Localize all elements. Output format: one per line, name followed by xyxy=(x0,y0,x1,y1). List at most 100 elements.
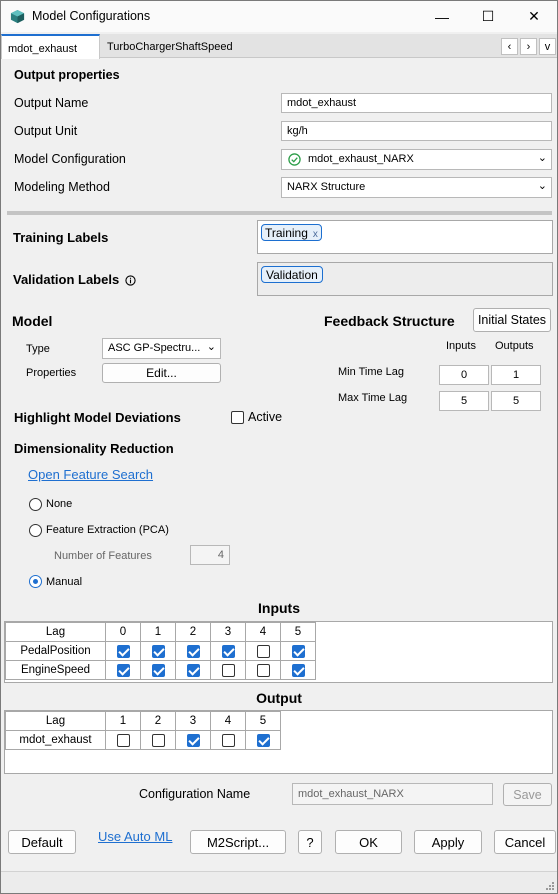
output-unit-field[interactable]: kg/h xyxy=(281,121,552,141)
lag-col-header: 1 xyxy=(105,711,141,731)
lag-col-header: 5 xyxy=(280,622,316,642)
inputs-grid-title: Inputs xyxy=(258,600,300,616)
lag-col-header: 0 xyxy=(105,622,141,642)
maximize-button[interactable]: ☐ xyxy=(465,1,511,32)
manual-radio[interactable] xyxy=(29,575,42,588)
tab-bar: mdot_exhaust TurboChargerShaftSpeed ‹ › … xyxy=(1,34,557,59)
lag-checkbox[interactable] xyxy=(256,733,270,747)
output-properties-title: Output properties xyxy=(14,68,120,82)
active-label: Active xyxy=(248,410,283,424)
chip-label: Training xyxy=(265,226,308,240)
edit-properties-button[interactable]: Edit... xyxy=(102,363,221,383)
table-row: mdot_exhaust xyxy=(5,730,281,750)
tab-turbocharger-shaft-speed[interactable]: TurboChargerShaftSpeed xyxy=(102,34,265,58)
section-separator xyxy=(7,211,552,215)
lag-checkbox[interactable] xyxy=(186,733,200,747)
table-header-row: Lag 0 1 2 3 4 5 xyxy=(5,622,316,642)
training-labels-box[interactable]: Training x xyxy=(257,220,553,254)
lag-checkbox[interactable] xyxy=(291,663,305,677)
close-button[interactable]: ✕ xyxy=(511,1,557,32)
number-of-features-label: Number of Features xyxy=(54,550,152,562)
lag-col-header: 4 xyxy=(210,711,246,731)
active-checkbox[interactable] xyxy=(231,411,244,424)
pca-radio[interactable] xyxy=(29,524,42,537)
none-radio[interactable] xyxy=(29,498,42,511)
apply-button[interactable]: Apply xyxy=(414,830,482,854)
remove-icon[interactable]: x xyxy=(313,229,318,240)
pca-label: Feature Extraction (PCA) xyxy=(46,524,169,536)
info-icon[interactable] xyxy=(125,275,136,286)
tab-list-button[interactable]: v xyxy=(539,38,556,55)
open-feature-search-link[interactable]: Open Feature Search xyxy=(28,467,153,482)
title-bar: Model Configurations — ☐ ✕ xyxy=(1,1,557,32)
window-title: Model Configurations xyxy=(32,9,151,23)
modeling-method-label: Modeling Method xyxy=(14,180,110,194)
configuration-name-field[interactable]: mdot_exhaust_NARX xyxy=(292,783,493,805)
minimize-button[interactable]: — xyxy=(419,1,465,32)
ok-button[interactable]: OK xyxy=(335,830,402,854)
help-icon: ? xyxy=(306,834,314,850)
lag-checkbox[interactable] xyxy=(116,663,130,677)
inputs-grid: Lag 0 1 2 3 4 5 PedalPosition EngineSpee… xyxy=(4,621,553,683)
max-lag-inputs-field[interactable]: 5 xyxy=(439,391,489,411)
lag-checkbox[interactable] xyxy=(221,733,235,747)
row-name: EngineSpeed xyxy=(5,660,106,680)
table-row: EngineSpeed xyxy=(5,660,316,680)
output-unit-label: Output Unit xyxy=(14,124,78,138)
default-button[interactable]: Default xyxy=(8,830,76,854)
tab-mdot-exhaust[interactable]: mdot_exhaust xyxy=(1,34,100,59)
lag-checkbox[interactable] xyxy=(186,644,200,658)
lag-checkbox[interactable] xyxy=(116,733,130,747)
highlight-deviations-title: Highlight Model Deviations xyxy=(14,410,181,425)
initial-states-button[interactable]: Initial States xyxy=(473,308,551,332)
chevron-down-icon: ⌄ xyxy=(206,341,216,353)
lag-checkbox[interactable] xyxy=(221,644,235,658)
resize-grip-icon[interactable] xyxy=(544,880,554,890)
manual-label: Manual xyxy=(46,576,83,588)
max-lag-outputs-field[interactable]: 5 xyxy=(491,391,541,411)
m2script-button[interactable]: M2Script... xyxy=(190,830,286,854)
modeling-method-combo[interactable]: NARX Structure ⌄ xyxy=(281,177,552,198)
close-icon: ✕ xyxy=(528,8,540,24)
modeling-method-value: NARX Structure xyxy=(287,181,366,193)
lag-checkbox[interactable] xyxy=(186,663,200,677)
chevron-down-icon: ⌄ xyxy=(537,180,547,192)
output-name-field[interactable]: mdot_exhaust xyxy=(281,93,552,113)
tab-prev-button[interactable]: ‹ xyxy=(501,38,518,55)
number-of-features-field[interactable]: 4 xyxy=(190,545,230,565)
use-auto-ml-link[interactable]: Use Auto ML xyxy=(98,829,172,844)
lag-checkbox[interactable] xyxy=(291,644,305,658)
min-lag-inputs-field[interactable]: 0 xyxy=(439,365,489,385)
validation-chip[interactable]: Validation xyxy=(261,266,323,283)
lag-col-header: 3 xyxy=(210,622,246,642)
cancel-button[interactable]: Cancel xyxy=(494,830,556,854)
lag-checkbox[interactable] xyxy=(256,644,270,658)
model-configuration-value: mdot_exhaust_NARX xyxy=(308,153,414,165)
tab-label: mdot_exhaust xyxy=(8,43,78,55)
lag-header: Lag xyxy=(5,622,106,642)
lag-col-header: 2 xyxy=(175,622,211,642)
lag-checkbox[interactable] xyxy=(151,663,165,677)
lag-checkbox[interactable] xyxy=(221,663,235,677)
min-lag-outputs-field[interactable]: 1 xyxy=(491,365,541,385)
training-chip[interactable]: Training x xyxy=(261,224,322,241)
app-cube-icon xyxy=(10,9,25,24)
dimensionality-reduction-title: Dimensionality Reduction xyxy=(14,441,174,456)
model-configuration-combo[interactable]: mdot_exhaust_NARX ⌄ xyxy=(281,149,552,170)
model-type-label: Type xyxy=(26,343,50,355)
lag-checkbox[interactable] xyxy=(116,644,130,658)
training-labels-title: Training Labels xyxy=(13,230,109,245)
lag-checkbox[interactable] xyxy=(151,644,165,658)
validation-labels-text: Validation Labels xyxy=(13,272,120,287)
tab-next-button[interactable]: › xyxy=(520,38,537,55)
output-grid-title: Output xyxy=(256,690,302,706)
save-button[interactable]: Save xyxy=(503,783,552,806)
lag-checkbox[interactable] xyxy=(256,663,270,677)
help-button[interactable]: ? xyxy=(298,830,322,854)
lag-checkbox[interactable] xyxy=(151,733,165,747)
max-time-lag-label: Max Time Lag xyxy=(338,392,408,404)
min-time-lag-label: Min Time Lag xyxy=(338,366,405,378)
validation-labels-box[interactable]: Validation xyxy=(257,262,553,296)
model-type-combo[interactable]: ASC GP-Spectru... ⌄ xyxy=(102,338,221,359)
model-type-value: ASC GP-Spectru... xyxy=(108,342,201,354)
